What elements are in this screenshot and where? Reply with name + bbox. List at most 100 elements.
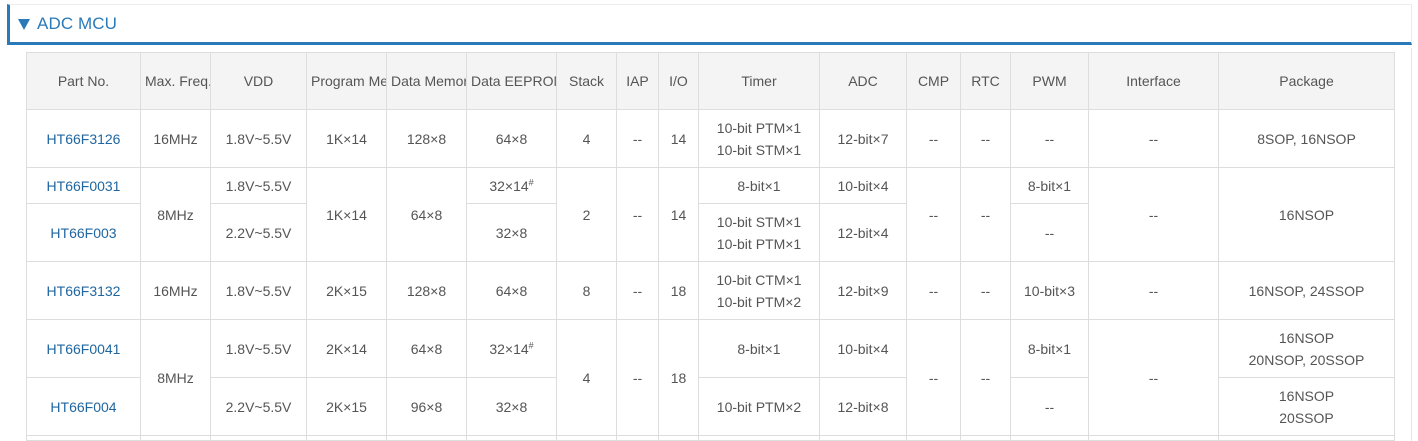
header-iap: IAP [616, 52, 659, 110]
cell-cmp: -- [906, 167, 961, 262]
cell-timer: 10-bit PTM×1 10-bit STM×1 [698, 109, 820, 168]
cell-pwm: -- [1010, 203, 1089, 262]
cell-interface: -- [1088, 109, 1219, 168]
header-part-no: Part No. [26, 52, 141, 110]
cell-data-memory: 64×8 [386, 167, 467, 262]
cell-empty [26, 435, 141, 441]
cell-empty [1088, 435, 1219, 441]
header-program-memory: Program Memory [306, 52, 387, 110]
header-data-memory: Data Memory [386, 52, 467, 110]
page: ADC MCU Part No. Max. Freq. VDD Program … [0, 0, 1418, 441]
cell-program-memory: 1K×14 [306, 109, 387, 168]
cell-timer: 10-bit PTM×2 [698, 377, 820, 436]
cell-adc: 10-bit×4 [819, 319, 907, 378]
cell-data-eeprom: 64×8 [466, 261, 557, 320]
cell-empty [616, 435, 659, 441]
cell-package: 16NSOP 20SSOP [1218, 377, 1395, 436]
cell-part-no: HT66F003 [26, 203, 141, 262]
section-title: ADC MCU [37, 13, 118, 33]
header-interface: Interface [1088, 52, 1219, 110]
cell-rtc: -- [960, 319, 1011, 436]
header-cmp: CMP [906, 52, 961, 110]
cell-io: 18 [658, 261, 699, 320]
cell-rtc: -- [960, 167, 1011, 262]
header-io: I/O [658, 52, 699, 110]
header-data-eeprom: Data EEPROM [466, 52, 557, 110]
part-link-ht66f0041[interactable]: HT66F0041 [47, 341, 121, 357]
cell-data-memory: 128×8 [386, 261, 467, 320]
cell-adc: 12-bit×4 [819, 203, 907, 262]
cell-vdd: 1.8V~5.5V [210, 167, 307, 204]
cell-data-memory: 64×8 [386, 319, 467, 378]
cell-package: 16NSOP [1218, 167, 1395, 262]
cell-program-memory: 2K×14 [306, 319, 387, 378]
cell-part-no: HT66F3126 [26, 109, 141, 168]
cell-pwm: 10-bit×3 [1010, 261, 1089, 320]
cell-adc: 12-bit×8 [819, 377, 907, 436]
cell-data-eeprom: 64×8 [466, 109, 557, 168]
table-row: HT66F3132 16MHz 1.8V~5.5V 2K×15 128×8 64… [26, 261, 1395, 320]
cell-empty [1218, 435, 1395, 441]
cell-adc: 10-bit×4 [819, 167, 907, 204]
cell-timer: 10-bit STM×1 10-bit PTM×1 [698, 203, 820, 262]
cell-part-no: HT66F3132 [26, 261, 141, 320]
table-row: HT66F3126 16MHz 1.8V~5.5V 1K×14 128×8 64… [26, 109, 1395, 168]
cell-part-no: HT66F004 [26, 377, 141, 436]
cell-stack: 2 [556, 167, 617, 262]
cell-vdd: 2.2V~5.5V [210, 377, 307, 436]
product-spec-table: Part No. Max. Freq. VDD Program Memory D… [26, 52, 1395, 441]
cell-freq: 16MHz [140, 261, 211, 320]
cell-vdd: 1.8V~5.5V [210, 261, 307, 320]
cell-empty [906, 435, 961, 441]
part-link-ht66f3126[interactable]: HT66F3126 [47, 131, 121, 147]
header-vdd: VDD [210, 52, 307, 110]
cell-rtc: -- [960, 261, 1011, 320]
part-link-ht66f003[interactable]: HT66F003 [50, 225, 116, 241]
cell-stack: 4 [556, 109, 617, 168]
cell-io: 14 [658, 167, 699, 262]
cell-empty [140, 435, 211, 441]
cell-interface: -- [1088, 319, 1219, 436]
cell-interface: -- [1088, 167, 1219, 262]
section-header-adc-mcu[interactable]: ADC MCU [7, 4, 1412, 45]
cell-pwm: 8-bit×1 [1010, 167, 1089, 204]
cell-io: 14 [658, 109, 699, 168]
cell-timer: 10-bit CTM×1 10-bit PTM×2 [698, 261, 820, 320]
cell-empty [386, 435, 467, 441]
cell-empty [466, 435, 557, 441]
triangle-down-icon[interactable] [18, 18, 30, 30]
cell-pwm: -- [1010, 377, 1089, 436]
cell-stack: 8 [556, 261, 617, 320]
part-link-ht66f3132[interactable]: HT66F3132 [47, 283, 121, 299]
part-link-ht66f004[interactable]: HT66F004 [50, 399, 116, 415]
cell-freq: 8MHz [140, 167, 211, 262]
cell-empty [658, 435, 699, 441]
header-rtc: RTC [960, 52, 1011, 110]
cell-iap: -- [616, 319, 659, 436]
cell-iap: -- [616, 261, 659, 320]
cell-package: 16NSOP 20NSOP, 20SSOP [1218, 319, 1395, 378]
cell-adc: 12-bit×7 [819, 109, 907, 168]
cell-timer: 8-bit×1 [698, 319, 820, 378]
table-row: HT66F0031 8MHz 1.8V~5.5V 1K×14 64×8 32×1… [26, 167, 1395, 262]
cell-empty [306, 435, 387, 441]
cell-program-memory: 1K×14 [306, 167, 387, 262]
cell-vdd: 1.8V~5.5V [210, 319, 307, 378]
cell-adc: 12-bit×9 [819, 261, 907, 320]
part-link-ht66f0031[interactable]: HT66F0031 [47, 178, 121, 194]
cell-stack: 4 [556, 319, 617, 436]
cell-data-eeprom: 32×8 [466, 377, 557, 436]
header-stack: Stack [556, 52, 617, 110]
cell-data-eeprom: 32×8 [466, 203, 557, 262]
cell-freq: 8MHz [140, 319, 211, 436]
header-adc: ADC [819, 52, 907, 110]
header-pwm: PWM [1010, 52, 1089, 110]
cell-rtc: -- [960, 109, 1011, 168]
cell-data-eeprom: 32×14# [466, 167, 557, 204]
header-package: Package [1218, 52, 1395, 110]
cell-package: 16NSOP, 24SSOP [1218, 261, 1395, 320]
cell-io: 18 [658, 319, 699, 436]
cell-cmp: -- [906, 319, 961, 436]
header-timer: Timer [698, 52, 820, 110]
cell-iap: -- [616, 167, 659, 262]
